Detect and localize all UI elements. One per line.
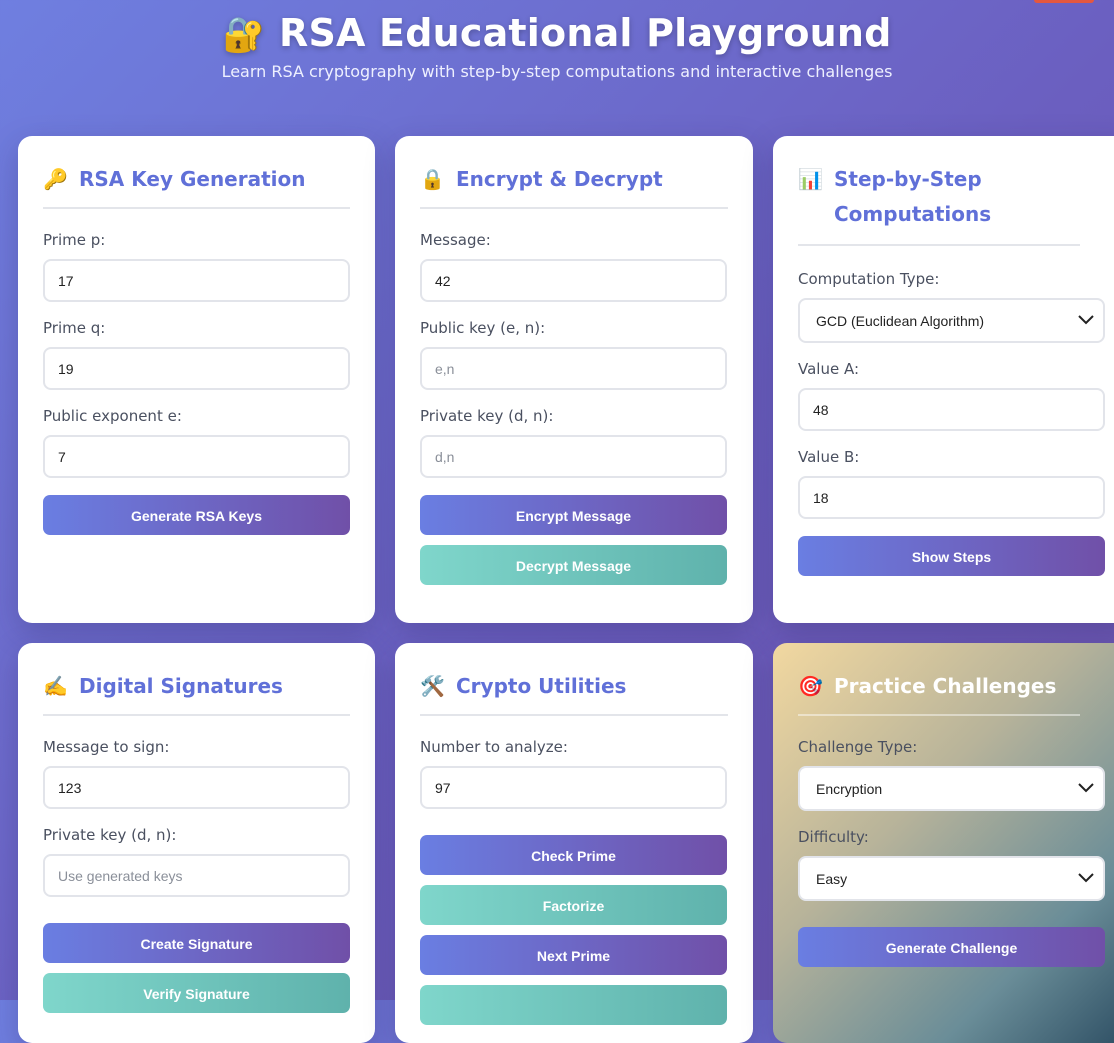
lock-icon: 🔒 [420,167,445,191]
message-to-sign-label: Message to sign: [43,738,170,756]
card-title: 🎯 Practice Challenges [798,669,1080,716]
key-icon: 🔑 [43,167,68,191]
message-input[interactable] [420,259,727,302]
tools-icon: 🛠️ [420,674,445,698]
computation-type-select[interactable]: GCD (Euclidean Algorithm) [798,298,1105,343]
factorize-button[interactable]: Factorize [420,885,727,925]
message-to-sign-input[interactable] [43,766,350,809]
utilities-card: 🛠️ Crypto Utilities Number to analyze: C… [395,643,753,1043]
challenge-type-select[interactable]: Encryption [798,766,1105,811]
chevron-down-icon [1078,783,1094,793]
page-subtitle: Learn RSA cryptography with step-by-step… [221,62,893,81]
key-generation-card: 🔑 RSA Key Generation Prime p: Prime q: P… [18,136,375,623]
signature-private-key-input[interactable] [43,854,350,897]
show-steps-button[interactable]: Show Steps [798,536,1105,576]
check-prime-button[interactable]: Check Prime [420,835,727,875]
value-b-label: Value B: [798,448,860,466]
card-title-text: Step-by-Step Computations [834,167,992,226]
number-to-analyze-label: Number to analyze: [420,738,568,756]
create-signature-button[interactable]: Create Signature [43,923,350,963]
card-title: 📊 Step-by-Step Computations [798,162,1080,246]
writing-hand-icon: ✍️ [43,674,68,698]
computations-card: 📊 Step-by-Step Computations Computation … [773,136,1114,623]
generate-keys-button[interactable]: Generate RSA Keys [43,495,350,535]
chevron-down-icon [1078,315,1094,325]
card-title-text: RSA Key Generation [79,167,306,191]
card-title: ✍️ Digital Signatures [43,669,350,716]
page-title-text: RSA Educational Playground [278,11,892,56]
challenge-type-label: Challenge Type: [798,738,918,756]
page-title: 🔐 RSA Educational Playground [0,11,1114,55]
private-key-label: Private key (d, n): [420,407,554,425]
card-title-text: Digital Signatures [79,674,283,698]
computation-type-label: Computation Type: [798,270,940,288]
difficulty-value[interactable]: Easy [798,856,1105,901]
prime-p-label: Prime p: [43,231,106,249]
prime-q-input[interactable] [43,347,350,390]
value-b-input[interactable] [798,476,1105,519]
value-a-label: Value A: [798,360,860,378]
difficulty-select[interactable]: Easy [798,856,1105,901]
private-key-input[interactable] [420,435,727,478]
card-title: 🔒 Encrypt & Decrypt [420,162,728,209]
generate-challenge-button[interactable]: Generate Challenge [798,927,1105,967]
difficulty-label: Difficulty: [798,828,869,846]
public-key-label: Public key (e, n): [420,319,546,337]
card-title: 🔑 RSA Key Generation [43,162,350,209]
target-icon: 🎯 [798,674,823,698]
verify-signature-button[interactable]: Verify Signature [43,973,350,1013]
challenges-card: 🎯 Practice Challenges Challenge Type: En… [773,643,1114,1043]
number-to-analyze-input[interactable] [420,766,727,809]
public-key-input[interactable] [420,347,727,390]
decrypt-button[interactable]: Decrypt Message [420,545,727,585]
chevron-down-icon [1078,873,1094,883]
prime-p-input[interactable] [43,259,350,302]
bar-chart-icon: 📊 [798,167,823,191]
encrypt-decrypt-card: 🔒 Encrypt & Decrypt Message: Public key … [395,136,753,623]
message-label: Message: [420,231,491,249]
card-title-text: Encrypt & Decrypt [456,167,663,191]
encrypt-button[interactable]: Encrypt Message [420,495,727,535]
challenge-type-value[interactable]: Encryption [798,766,1105,811]
corner-tab [1034,0,1094,3]
card-title-text: Practice Challenges [834,674,1057,698]
signature-private-key-label: Private key (d, n): [43,826,177,844]
prime-q-label: Prime q: [43,319,106,337]
computation-type-value[interactable]: GCD (Euclidean Algorithm) [798,298,1105,343]
lock-with-key-icon: 🔐 [222,15,265,56]
public-exponent-input[interactable] [43,435,350,478]
next-prime-button[interactable]: Next Prime [420,935,727,975]
value-a-input[interactable] [798,388,1105,431]
public-exponent-label: Public exponent e: [43,407,182,425]
card-title-text: Crypto Utilities [456,674,627,698]
card-title: 🛠️ Crypto Utilities [420,669,728,716]
more-utility-button[interactable] [420,985,727,1025]
signatures-card: ✍️ Digital Signatures Message to sign: P… [18,643,375,1043]
